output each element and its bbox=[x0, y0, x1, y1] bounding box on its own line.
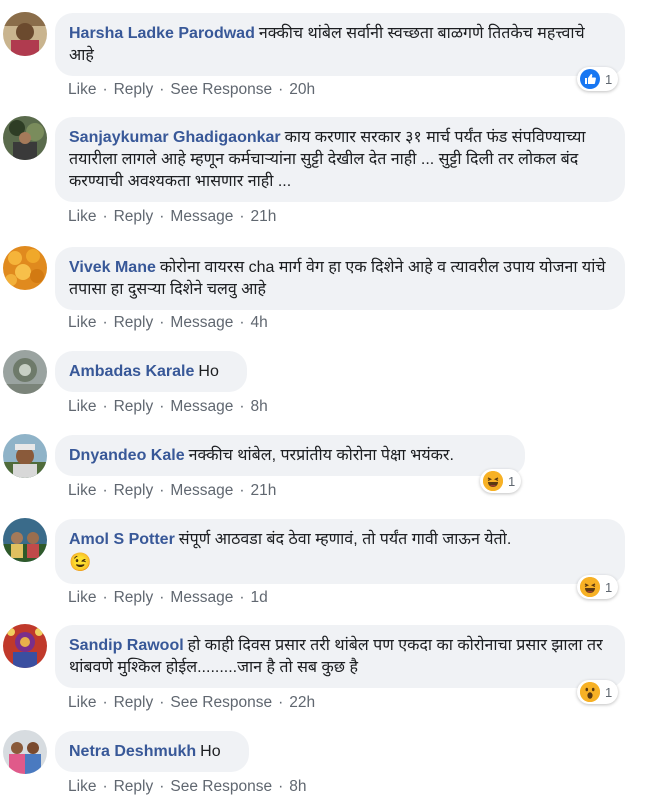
avatar[interactable] bbox=[3, 116, 47, 160]
message-link[interactable]: Message bbox=[170, 589, 233, 606]
see-response-link[interactable]: See Response bbox=[170, 694, 272, 711]
message-link[interactable]: Message bbox=[170, 314, 233, 331]
comment-bubble: Ambadas Karale Ho bbox=[55, 351, 247, 392]
comment-text: संपूर्ण आठवडा बंद ठेवा म्हणावं, तो पर्यं… bbox=[178, 531, 512, 548]
reaction-badge[interactable]: 1 bbox=[577, 575, 619, 599]
like-link[interactable]: Like bbox=[68, 482, 96, 499]
comment-actions: Like · Reply · Message · 4h bbox=[68, 314, 268, 331]
comment-bubble: Sanjaykumar Ghadigaonkar काय करणार सरकार … bbox=[55, 117, 625, 202]
reply-link[interactable]: Reply bbox=[114, 589, 154, 606]
comment-actions: Like · Reply · Message · 1d bbox=[68, 589, 268, 606]
comment-actions: Like · Reply · Message · 8h bbox=[68, 398, 268, 415]
message-link[interactable]: Message bbox=[170, 208, 233, 225]
comment-bubble: Vivek Mane कोरोना वायरस cha मार्ग वेग हा … bbox=[55, 247, 625, 310]
see-response-link[interactable]: See Response bbox=[170, 81, 272, 98]
comment-text: Ho bbox=[198, 363, 219, 380]
comment-bubble: Dnyandeo Kale नक्कीच थांबेल, परप्रांतीय क… bbox=[55, 435, 525, 476]
comment-author[interactable]: Vivek Mane bbox=[69, 259, 156, 276]
avatar[interactable] bbox=[3, 624, 47, 668]
comment-text: Ho bbox=[200, 743, 221, 760]
reply-link[interactable]: Reply bbox=[114, 81, 154, 98]
comment-actions: Like · Reply · See Response · 22h bbox=[68, 694, 316, 711]
comment-actions: Like · Reply · See Response · 20h bbox=[68, 81, 316, 98]
like-icon bbox=[580, 69, 600, 89]
comment-bubble: Netra Deshmukh Ho bbox=[55, 731, 249, 772]
reply-link[interactable]: Reply bbox=[114, 482, 154, 499]
comment-author[interactable]: Harsha Ladke Parodwad bbox=[69, 25, 255, 42]
comment-actions: Like · Reply · Message · 21h bbox=[68, 482, 277, 499]
comment-actions: Like · Reply · See Response · 8h bbox=[68, 778, 307, 795]
comment-actions: Like · Reply · Message · 21h bbox=[68, 208, 277, 225]
avatar[interactable] bbox=[3, 434, 47, 478]
like-link[interactable]: Like bbox=[68, 81, 96, 98]
like-link[interactable]: Like bbox=[68, 208, 96, 225]
reply-link[interactable]: Reply bbox=[114, 778, 154, 795]
avatar[interactable] bbox=[3, 246, 47, 290]
reply-link[interactable]: Reply bbox=[114, 694, 154, 711]
reaction-badge[interactable]: 1 bbox=[577, 680, 619, 704]
reaction-badge[interactable]: 1 bbox=[480, 469, 522, 493]
reaction-count: 1 bbox=[605, 579, 613, 595]
timestamp[interactable]: 22h bbox=[289, 694, 315, 711]
comment-author[interactable]: Amol S Potter bbox=[69, 531, 175, 548]
reaction-count: 1 bbox=[508, 473, 516, 489]
timestamp[interactable]: 1d bbox=[251, 589, 268, 606]
timestamp[interactable]: 4h bbox=[251, 314, 268, 331]
reply-link[interactable]: Reply bbox=[114, 208, 154, 225]
timestamp[interactable]: 21h bbox=[251, 482, 277, 499]
like-link[interactable]: Like bbox=[68, 314, 96, 331]
avatar[interactable] bbox=[3, 350, 47, 394]
reply-link[interactable]: Reply bbox=[114, 398, 154, 415]
comment-author[interactable]: Sanjaykumar Ghadigaonkar bbox=[69, 129, 281, 146]
timestamp[interactable]: 20h bbox=[289, 81, 315, 98]
like-link[interactable]: Like bbox=[68, 778, 96, 795]
comment-bubble: Harsha Ladke Parodwad नक्कीच थांबेल सर्वा… bbox=[55, 13, 625, 76]
wink-emoji: 😉 bbox=[69, 552, 92, 572]
avatar[interactable] bbox=[3, 518, 47, 562]
haha-icon bbox=[483, 471, 503, 491]
comment-author[interactable]: Dnyandeo Kale bbox=[69, 447, 185, 464]
comment-author[interactable]: Netra Deshmukh bbox=[69, 743, 196, 760]
reaction-count: 1 bbox=[605, 71, 613, 87]
avatar[interactable] bbox=[3, 12, 47, 56]
timestamp[interactable]: 21h bbox=[251, 208, 277, 225]
avatar[interactable] bbox=[3, 730, 47, 774]
like-link[interactable]: Like bbox=[68, 589, 96, 606]
wow-icon bbox=[580, 682, 600, 702]
like-link[interactable]: Like bbox=[68, 398, 96, 415]
reaction-badge[interactable]: 1 bbox=[577, 67, 619, 91]
comment-bubble: Amol S Potter संपूर्ण आठवडा बंद ठेवा म्हण… bbox=[55, 519, 625, 584]
timestamp[interactable]: 8h bbox=[251, 398, 268, 415]
like-link[interactable]: Like bbox=[68, 694, 96, 711]
reaction-count: 1 bbox=[605, 684, 613, 700]
comment-text: नक्कीच थांबेल, परप्रांतीय कोरोना पेक्षा … bbox=[188, 447, 454, 464]
comment-bubble: Sandip Rawool हो काही दिवस प्रसार तरी थां… bbox=[55, 625, 625, 688]
message-link[interactable]: Message bbox=[170, 398, 233, 415]
reply-link[interactable]: Reply bbox=[114, 314, 154, 331]
haha-icon bbox=[580, 577, 600, 597]
timestamp[interactable]: 8h bbox=[289, 778, 306, 795]
comment-author[interactable]: Ambadas Karale bbox=[69, 363, 194, 380]
message-link[interactable]: Message bbox=[170, 482, 233, 499]
see-response-link[interactable]: See Response bbox=[170, 778, 272, 795]
comment-author[interactable]: Sandip Rawool bbox=[69, 637, 184, 654]
